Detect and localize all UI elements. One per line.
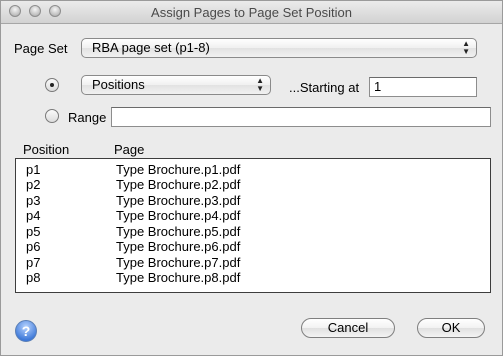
positions-radio[interactable] [45,78,59,92]
page-cell: Type Brochure.p2.pdf [116,177,241,192]
page-cell: Type Brochure.p5.pdf [116,224,241,239]
page-set-label: Page Set [14,41,68,56]
title-bar: Assign Pages to Page Set Position [1,1,502,24]
page-cell: Type Brochure.p4.pdf [116,208,241,223]
radio-selected-dot [50,83,54,87]
page-cell: Type Brochure.p8.pdf [116,270,241,285]
help-icon[interactable]: ? [15,320,37,342]
table-row[interactable]: p8 Type Brochure.p8.pdf [16,270,490,286]
table-row[interactable]: p4 Type Brochure.p4.pdf [16,208,490,224]
range-field[interactable] [111,107,491,127]
page-list[interactable]: p1 Type Brochure.p1.pdf p2 Type Brochure… [15,158,491,293]
page-cell: Type Brochure.p1.pdf [116,162,241,177]
table-row[interactable]: p3 Type Brochure.p3.pdf [16,193,490,209]
position-column-header: Position [23,142,70,157]
position-cell: p1 [26,162,41,177]
positions-popup[interactable]: Positions ▲ ▼ [81,75,271,95]
table-row[interactable]: p1 Type Brochure.p1.pdf [16,162,490,178]
dialog-window: Assign Pages to Page Set Position Page S… [0,0,503,356]
table-row[interactable]: p7 Type Brochure.p7.pdf [16,255,490,271]
position-cell: p5 [26,224,41,239]
starting-at-label: ...Starting at [289,80,360,95]
table-row[interactable]: p6 Type Brochure.p6.pdf [16,239,490,255]
page-set-value: RBA page set (p1-8) [92,40,210,55]
position-cell: p2 [26,177,41,192]
page-cell: Type Brochure.p6.pdf [116,239,241,254]
position-cell: p8 [26,270,41,285]
range-label: Range [68,110,107,125]
table-row[interactable]: p5 Type Brochure.p5.pdf [16,224,490,240]
page-cell: Type Brochure.p7.pdf [116,255,241,270]
position-cell: p7 [26,255,41,270]
positions-value: Positions [92,77,145,92]
starting-at-field[interactable]: 1 [369,77,477,97]
cancel-button[interactable]: Cancel [301,318,395,338]
page-column-header: Page [114,142,145,157]
range-radio[interactable] [45,109,59,123]
popup-arrows-icon: ▲ ▼ [256,76,264,93]
window-title: Assign Pages to Page Set Position [151,5,352,20]
page-cell: Type Brochure.p3.pdf [116,193,241,208]
position-cell: p3 [26,193,41,208]
position-cell: p4 [26,208,41,223]
page-set-popup[interactable]: RBA page set (p1-8) ▲ ▼ [81,38,477,58]
table-row[interactable]: p2 Type Brochure.p2.pdf [16,177,490,193]
popup-arrows-icon: ▲ ▼ [462,39,470,56]
ok-button[interactable]: OK [417,318,485,338]
position-cell: p6 [26,239,41,254]
